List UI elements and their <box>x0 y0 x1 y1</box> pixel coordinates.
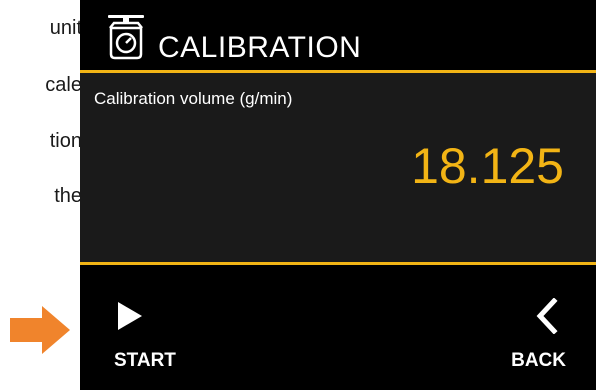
side-text-line: the <box>54 185 82 207</box>
start-button-label: START <box>114 350 176 371</box>
value-panel: Calibration volume (g/min) 18.125 <box>80 73 596 262</box>
calibration-volume-value: 18.125 <box>411 138 564 194</box>
side-text-line: unit <box>49 17 82 39</box>
scale-icon <box>108 15 144 60</box>
play-icon <box>118 302 142 330</box>
calibration-volume-label: Calibration volume (g/min) <box>94 89 293 108</box>
side-text-line: tion <box>49 130 82 152</box>
device-screen: CALIBRATION Calibration volume (g/min) 1… <box>80 0 596 390</box>
back-button-label: BACK <box>511 350 566 371</box>
side-text-line: cale <box>45 74 82 96</box>
chevron-left-icon <box>536 298 558 334</box>
back-button[interactable]: BACK <box>496 290 576 380</box>
divider <box>80 262 596 265</box>
pointer-arrow-icon <box>10 306 70 354</box>
header: CALIBRATION <box>80 0 596 70</box>
page-title: CALIBRATION <box>158 31 362 64</box>
start-button[interactable]: START <box>102 290 182 380</box>
